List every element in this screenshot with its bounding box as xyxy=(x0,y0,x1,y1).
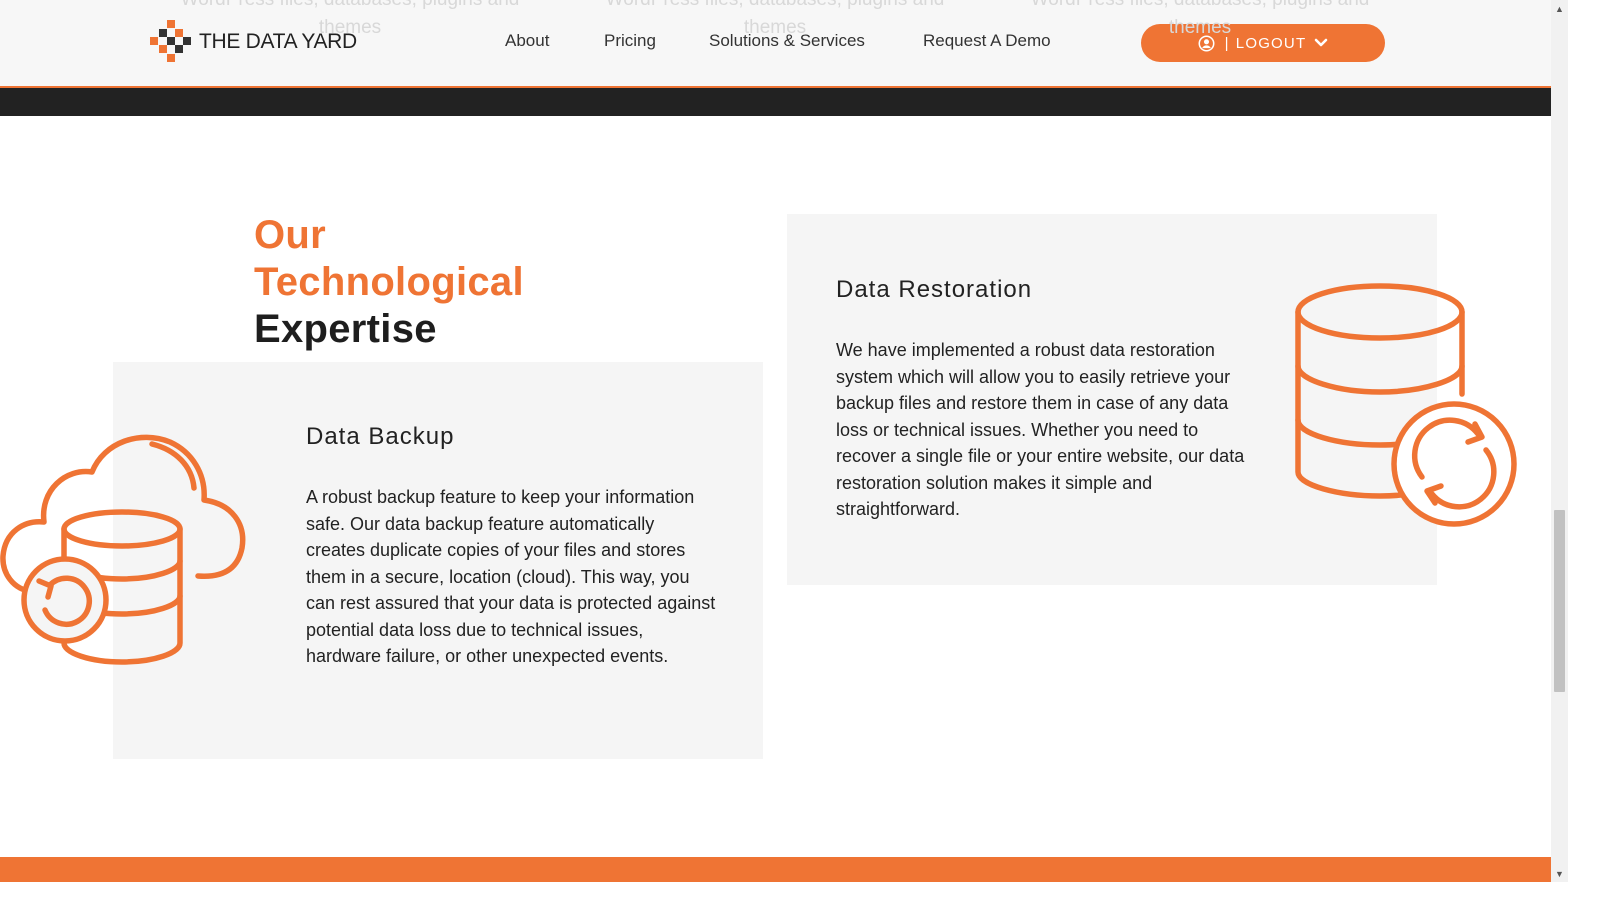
section-heading: Our Technological Expertise xyxy=(254,212,524,353)
logout-label: LOGOUT xyxy=(1235,34,1307,52)
scroll-down-arrow-icon[interactable]: ▼ xyxy=(1551,865,1568,882)
brand-name: THE DATA YARD xyxy=(199,30,357,53)
orange-footer-band xyxy=(0,857,1551,882)
user-circle-icon xyxy=(1198,35,1215,51)
chevron-down-icon xyxy=(1315,38,1328,47)
data-backup-title: Data Backup xyxy=(306,423,455,450)
database-restore-icon xyxy=(1295,283,1517,527)
vertical-scrollbar[interactable]: ▲ ▼ xyxy=(1551,0,1568,882)
heading-line-3: Expertise xyxy=(254,307,437,351)
nav-solutions-services[interactable]: Solutions & Services xyxy=(709,31,865,51)
cloud-database-backup-icon xyxy=(0,434,246,665)
nav-about[interactable]: About xyxy=(505,31,549,51)
data-backup-description: A robust backup feature to keep your inf… xyxy=(306,487,716,666)
logout-button[interactable]: | LOGOUT xyxy=(1141,24,1385,62)
dark-divider-band xyxy=(0,88,1551,116)
site-logo[interactable]: THE DATA YARD xyxy=(150,20,357,64)
nav-pricing[interactable]: Pricing xyxy=(604,31,656,51)
heading-line-2: Technological xyxy=(254,260,524,304)
heading-line-1: Our xyxy=(254,213,327,257)
scrollbar-thumb[interactable] xyxy=(1554,510,1565,692)
logo-mark-icon xyxy=(150,20,191,62)
data-restoration-title: Data Restoration xyxy=(836,276,1033,303)
site-header: THE DATA YARD About Pricing Solutions & … xyxy=(0,0,1551,88)
nav-request-demo[interactable]: Request A Demo xyxy=(923,31,1051,51)
data-restoration-description: We have implemented a robust data restor… xyxy=(836,340,1245,519)
logout-separator: | xyxy=(1224,34,1230,52)
scroll-up-arrow-icon[interactable]: ▲ xyxy=(1551,0,1568,17)
